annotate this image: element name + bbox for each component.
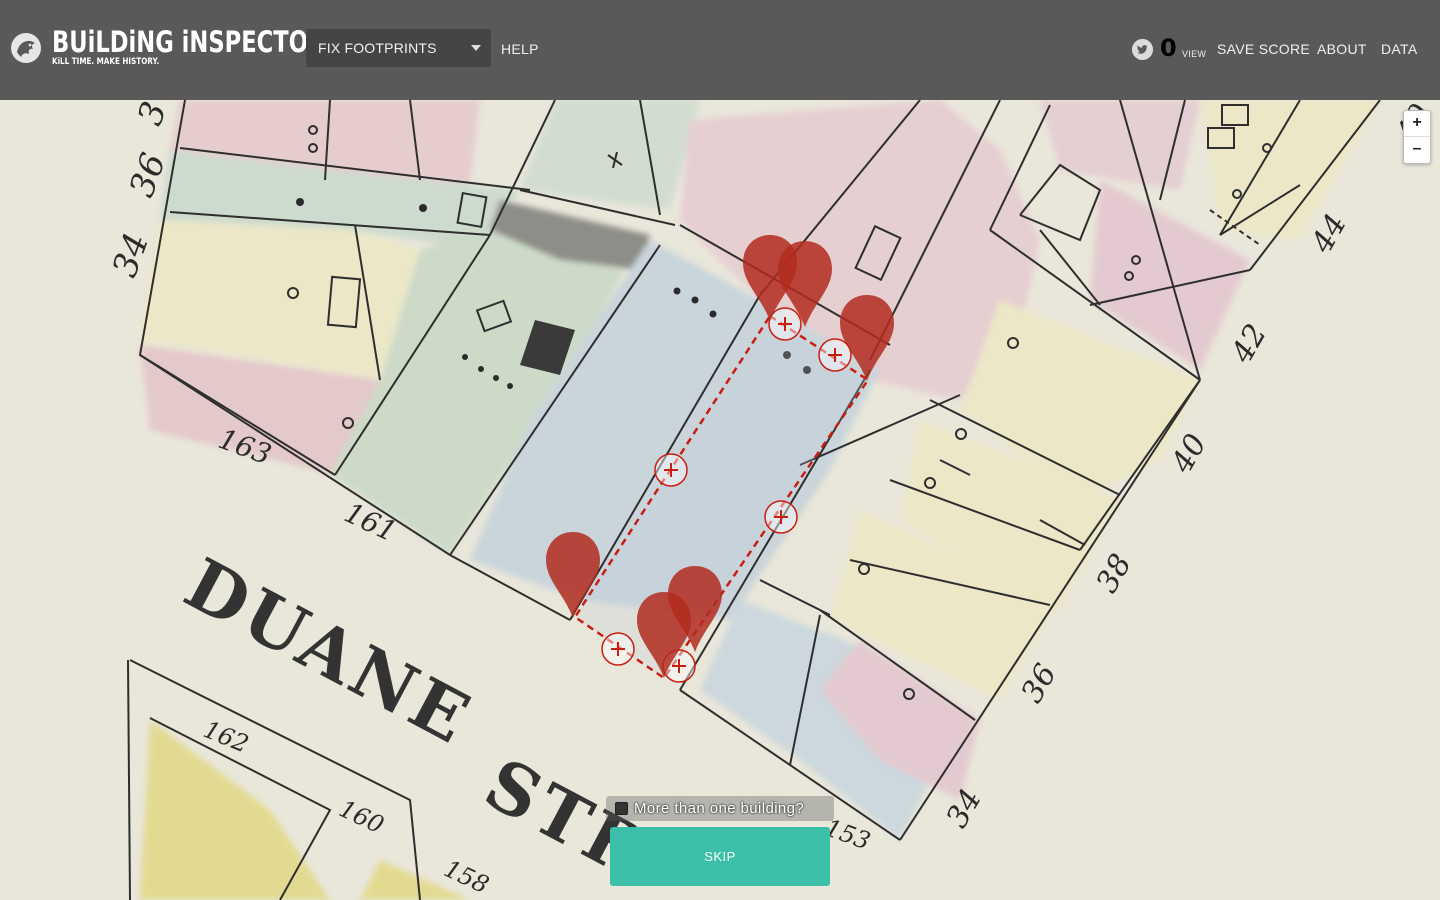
score-value: 0 <box>1160 34 1177 62</box>
multi-building-checkbox[interactable] <box>615 802 628 815</box>
task-mode-dropdown[interactable]: FIX FOOTPRINTS <box>306 29 491 67</box>
top-bar: BUiLDiNG iNSPECTOR KiLL TIME. MAKE HISTO… <box>0 0 1440 100</box>
save-score-link[interactable]: SAVE SCORE <box>1217 41 1310 57</box>
data-link[interactable]: DATA <box>1381 41 1417 57</box>
vertex-marker-icon[interactable] <box>838 295 896 381</box>
multi-building-label: More than one building? <box>634 800 805 817</box>
score-label: VIEW <box>1182 49 1207 59</box>
vertex-marker-icon[interactable] <box>544 532 602 618</box>
logo-title: BUiLDiNG iNSPECTOR <box>52 25 326 59</box>
zoom-out-button[interactable]: – <box>1404 137 1430 163</box>
zoom-control: + – <box>1403 110 1431 164</box>
help-link[interactable]: HELP <box>501 41 539 57</box>
multi-building-toggle[interactable]: More than one building? <box>606 796 834 821</box>
map-canvas[interactable]: 34 36 3 163 161 162 160 158 44 42 40 38 … <box>0 100 1440 900</box>
vertex-marker-icon[interactable] <box>635 592 693 678</box>
twitter-icon[interactable] <box>1132 39 1153 60</box>
about-link[interactable]: ABOUT <box>1317 41 1367 57</box>
zoom-in-button[interactable]: + <box>1404 111 1430 137</box>
chevron-down-icon <box>471 45 481 51</box>
logo-tagline: KiLL TIME. MAKE HISTORY. <box>52 57 160 67</box>
task-mode-selected: FIX FOOTPRINTS <box>318 40 437 56</box>
vertex-marker-icon[interactable] <box>776 241 834 327</box>
skip-button[interactable]: SKIP <box>610 827 830 886</box>
historic-map: 34 36 3 163 161 162 160 158 44 42 40 38 … <box>0 100 1440 900</box>
lion-logo-icon <box>11 32 41 63</box>
